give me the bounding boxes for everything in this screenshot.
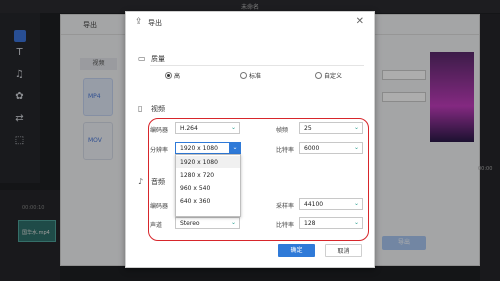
resolution-dropdown: 1920 x 1080 1280 x 720 960 x 540 640 x 3… xyxy=(175,154,241,217)
ok-button[interactable]: 确定 xyxy=(278,244,315,257)
quality-option-standard[interactable]: 标准 xyxy=(240,71,261,80)
export-dialog: ⇪ 导出 ✕ ▭ 质量 高 标准 自定义 ▯ 视频 编码器 H.264 ⌄ 帧频 … xyxy=(125,11,375,268)
audio-bitrate-select[interactable]: 128 ⌄ xyxy=(299,217,363,229)
quality-title: 质量 xyxy=(151,55,165,63)
video-encoder-value: H.264 xyxy=(180,125,198,132)
audio-title: 音频 xyxy=(151,178,165,186)
resolution-option[interactable]: 1280 x 720 xyxy=(176,169,240,181)
video-bitrate-label: 比特率 xyxy=(276,147,295,154)
quality-option-label: 自定义 xyxy=(324,73,343,80)
resolution-option[interactable]: 1920 x 1080 xyxy=(176,156,240,168)
channel-label: 声道 xyxy=(150,222,163,229)
quality-option-custom[interactable]: 自定义 xyxy=(315,71,342,80)
radio-icon xyxy=(315,72,322,79)
dialog-title: 导出 xyxy=(148,19,162,27)
resolution-select[interactable]: 1920 x 1080 ⌄ xyxy=(175,142,241,154)
monitor-icon: ▭ xyxy=(138,54,146,63)
export-icon: ⇪ xyxy=(135,17,143,27)
chevron-down-icon: ⌄ xyxy=(230,124,236,131)
video-bitrate-select[interactable]: 6000 ⌄ xyxy=(299,142,363,154)
radio-icon xyxy=(240,72,247,79)
close-icon[interactable]: ✕ xyxy=(356,16,364,27)
cancel-button[interactable]: 取消 xyxy=(325,244,362,257)
chevron-down-icon: ⌄ xyxy=(353,144,359,151)
video-encoder-select[interactable]: H.264 ⌄ xyxy=(175,122,240,134)
dialog-header: ⇪ 导出 ✕ xyxy=(126,12,374,34)
resolution-option[interactable]: 640 x 360 xyxy=(176,195,240,207)
framerate-label: 帧频 xyxy=(276,127,289,134)
chevron-down-icon: ⌄ xyxy=(353,124,359,131)
audio-bitrate-value: 128 xyxy=(304,220,316,227)
video-bitrate-value: 6000 xyxy=(304,145,320,152)
samplerate-value: 44100 xyxy=(304,201,324,208)
chevron-down-icon: ⌄ xyxy=(230,219,236,226)
video-icon: ▯ xyxy=(138,104,143,113)
samplerate-select[interactable]: 44100 ⌄ xyxy=(299,198,363,210)
quality-option-high[interactable]: 高 xyxy=(165,71,180,80)
divider xyxy=(150,65,364,66)
channel-select[interactable]: Stereo ⌄ xyxy=(175,217,240,229)
chevron-down-icon: ⌄ xyxy=(229,142,241,154)
audio-encoder-label: 编码器 xyxy=(150,203,169,210)
video-title: 视频 xyxy=(151,105,165,113)
samplerate-label: 采样率 xyxy=(276,203,295,210)
quality-option-label: 标准 xyxy=(249,73,262,80)
audio-icon: ♪ xyxy=(138,177,144,186)
radio-icon xyxy=(165,72,172,79)
resolution-option[interactable]: 960 x 540 xyxy=(176,182,240,194)
chevron-down-icon: ⌄ xyxy=(353,200,359,207)
framerate-value: 25 xyxy=(304,125,312,132)
quality-option-label: 高 xyxy=(174,73,181,80)
video-encoder-label: 编码器 xyxy=(150,127,169,134)
resolution-label: 分辨率 xyxy=(150,147,169,154)
audio-bitrate-label: 比特率 xyxy=(276,222,295,229)
resolution-value: 1920 x 1080 xyxy=(180,145,218,152)
chevron-down-icon: ⌄ xyxy=(353,219,359,226)
channel-value: Stereo xyxy=(180,220,200,227)
framerate-select[interactable]: 25 ⌄ xyxy=(299,122,363,134)
